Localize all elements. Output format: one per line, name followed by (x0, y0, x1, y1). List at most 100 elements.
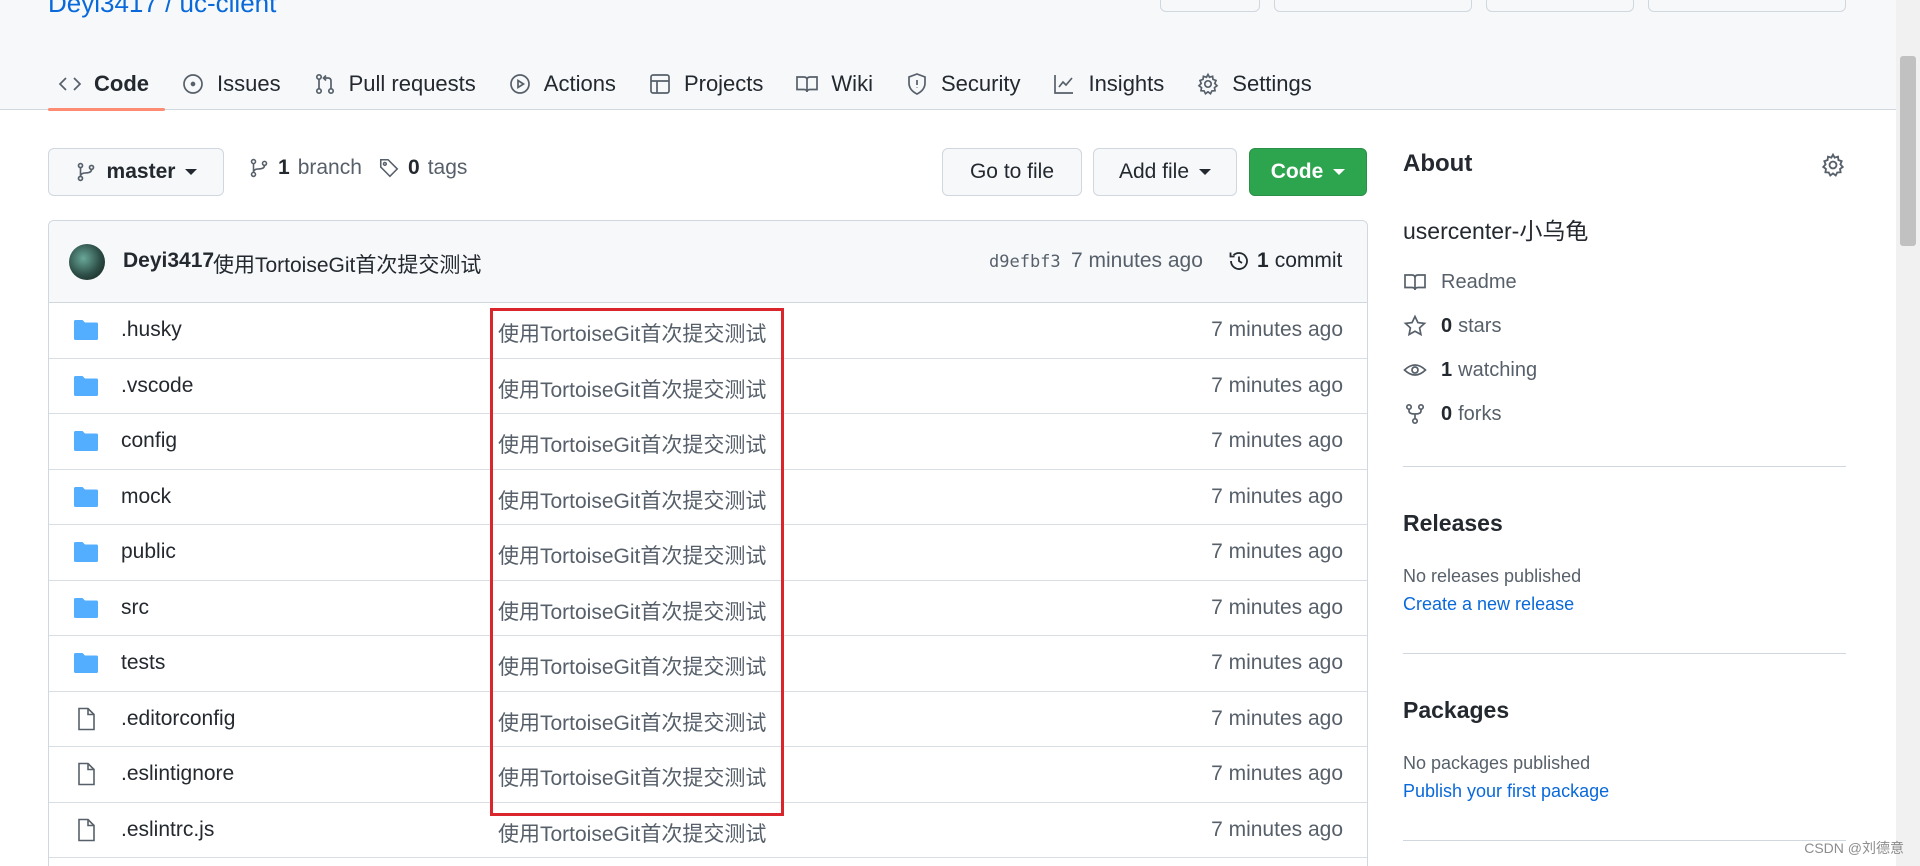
file-icon (78, 818, 95, 841)
file-icon (78, 707, 95, 730)
graph-icon (1054, 75, 1074, 94)
branch-icon (250, 158, 268, 178)
table-row[interactable]: .eslintrc.js 使用TortoiseGit首次提交测试 7 minutes… (49, 803, 1367, 858)
tab-settings[interactable]: Settings (1180, 58, 1328, 110)
about-sidebar: About usercenter-小乌龟 Readme 0 stars 1 wa… (1403, 150, 1846, 841)
readme-link[interactable]: Readme (1403, 270, 1517, 294)
file-commit-time: 7 minutes ago (1211, 817, 1343, 841)
commit-author[interactable]: Deyi3417 (123, 249, 214, 273)
publish-package-link[interactable]: Publish your first package (1403, 781, 1609, 802)
stars-link[interactable]: 0 stars (1403, 314, 1501, 338)
tab-insights[interactable]: Insights (1036, 58, 1180, 110)
file-name-link[interactable]: .husky (121, 318, 182, 342)
folder-icon (74, 375, 98, 396)
table-row[interactable]: .editorconfig 使用TortoiseGit首次提交测试 7 minute… (49, 692, 1367, 747)
file-commit-message[interactable]: 使用TortoiseGit首次提交测试 (498, 374, 766, 404)
fork-icon (1405, 403, 1425, 425)
file-commit-time: 7 minutes ago (1211, 762, 1343, 785)
file-name-link[interactable]: config (121, 429, 177, 453)
eye-icon (1403, 364, 1427, 376)
table-row[interactable]: .vscode 使用TortoiseGit首次提交测试 7 minutes ago (49, 359, 1367, 414)
watermark: CSDN @刘德意 (1804, 840, 1904, 856)
commit-message[interactable]: 使用TortoiseGit首次提交测试 (213, 249, 481, 279)
releases-heading[interactable]: Releases (1403, 510, 1503, 537)
forks-link[interactable]: 0 forks (1403, 402, 1501, 426)
folder-icon (74, 653, 98, 673)
tab-actions[interactable]: Actions (492, 58, 632, 110)
commit-sha[interactable]: d9efbf3 (989, 252, 1061, 272)
watching-link[interactable]: 1 watching (1403, 358, 1537, 382)
tab-projects[interactable]: Projects (632, 58, 779, 110)
file-name-link[interactable]: .eslintignore (121, 762, 234, 786)
table-row[interactable]: .eslintignore 使用TortoiseGit首次提交测试 7 minute… (49, 747, 1367, 803)
tab-label: Settings (1232, 71, 1312, 96)
table-row[interactable]: tests 使用TortoiseGit首次提交测试 7 minutes ago (49, 636, 1367, 692)
watch-button[interactable] (1274, 0, 1472, 12)
branches-link[interactable]: 1 branch (248, 156, 362, 180)
table-row[interactable]: .husky 使用TortoiseGit首次提交测试 7 minutes ago (49, 303, 1367, 359)
play-icon (509, 74, 530, 94)
star-button[interactable] (1648, 0, 1846, 12)
file-name-link[interactable]: src (121, 596, 149, 620)
tab-label: Wiki (831, 71, 873, 96)
branch-icon (77, 162, 94, 182)
file-name-link[interactable]: .editorconfig (121, 707, 235, 731)
code-dropdown-button[interactable]: Code (1249, 148, 1367, 196)
chevron-down-icon (1199, 169, 1212, 175)
tab-wiki[interactable]: Wiki (779, 58, 889, 110)
file-commit-message[interactable]: 使用TortoiseGit首次提交测试 (498, 651, 766, 681)
watching-count: 1 (1441, 358, 1453, 381)
file-commit-message[interactable]: 使用TortoiseGit首次提交测试 (498, 707, 766, 737)
tag-label: tags (427, 156, 468, 179)
tags-link[interactable]: 0 tags (378, 156, 467, 180)
file-commit-message[interactable]: 使用TortoiseGit首次提交测试 (498, 318, 766, 348)
tab-issues[interactable]: Issues (165, 58, 297, 110)
fork-button[interactable] (1486, 0, 1634, 12)
forks-label: forks (1458, 402, 1502, 425)
book-icon (796, 76, 819, 93)
table-row[interactable]: src 使用TortoiseGit首次提交测试 7 minutes ago (49, 581, 1367, 636)
file-commit-message[interactable]: 使用TortoiseGit首次提交测试 (498, 818, 766, 848)
add-file-button[interactable]: Add file (1093, 148, 1237, 196)
file-table: Deyi3417 使用TortoiseGit首次提交测试 d9efbf3 7 m… (48, 220, 1368, 866)
about-heading: About (1403, 150, 1473, 177)
scrollbar-thumb[interactable] (1900, 56, 1916, 246)
file-name-link[interactable]: .vscode (121, 374, 193, 398)
tab-pull-requests[interactable]: Pull requests (297, 58, 492, 110)
file-name-link[interactable]: public (121, 540, 176, 564)
forks-count: 0 (1441, 402, 1453, 425)
file-commit-message[interactable]: 使用TortoiseGit首次提交测试 (498, 485, 766, 515)
file-name-link[interactable]: tests (121, 651, 165, 675)
file-commit-message[interactable]: 使用TortoiseGit首次提交测试 (498, 762, 766, 792)
branch-select-button[interactable]: master (48, 148, 224, 196)
commit-history-link[interactable]: 1 commit (1227, 249, 1342, 273)
repo-title[interactable]: Deyi3417 / uc-client (48, 0, 276, 19)
tab-code[interactable]: Code (48, 58, 165, 111)
go-to-file-button[interactable]: Go to file (942, 148, 1082, 196)
table-row[interactable]: public 使用TortoiseGit首次提交测试 7 minutes ago (49, 525, 1367, 581)
folder-icon (74, 486, 98, 507)
table-row[interactable]: mock 使用TortoiseGit首次提交测试 7 minutes ago (49, 470, 1367, 525)
tab-label: Issues (217, 71, 281, 96)
branch-count: 1 (278, 156, 290, 179)
gear-icon[interactable] (1820, 152, 1846, 178)
file-icon (78, 762, 95, 786)
tab-label: Code (94, 71, 149, 96)
tab-security[interactable]: Security (889, 58, 1036, 110)
file-commit-time: 7 minutes ago (1211, 484, 1343, 508)
avatar[interactable] (69, 244, 105, 280)
create-release-link[interactable]: Create a new release (1403, 594, 1574, 615)
tab-label: Projects (683, 71, 764, 96)
file-commit-message[interactable]: 使用TortoiseGit首次提交测试 (498, 596, 766, 626)
notifications-button[interactable] (1160, 0, 1260, 12)
scrollbar[interactable] (1896, 0, 1920, 866)
tab-label: Insights (1088, 71, 1165, 96)
file-commit-message[interactable]: 使用TortoiseGit首次提交测试 (498, 540, 766, 570)
divider (1403, 653, 1846, 654)
table-row[interactable]: config 使用TortoiseGit首次提交测试 7 minutes ago (49, 414, 1367, 470)
gear-icon (1198, 72, 1219, 95)
file-name-link[interactable]: mock (121, 485, 171, 509)
file-commit-message[interactable]: 使用TortoiseGit首次提交测试 (498, 429, 766, 459)
file-name-link[interactable]: .eslintrc.js (121, 818, 214, 842)
packages-heading[interactable]: Packages (1403, 697, 1509, 724)
